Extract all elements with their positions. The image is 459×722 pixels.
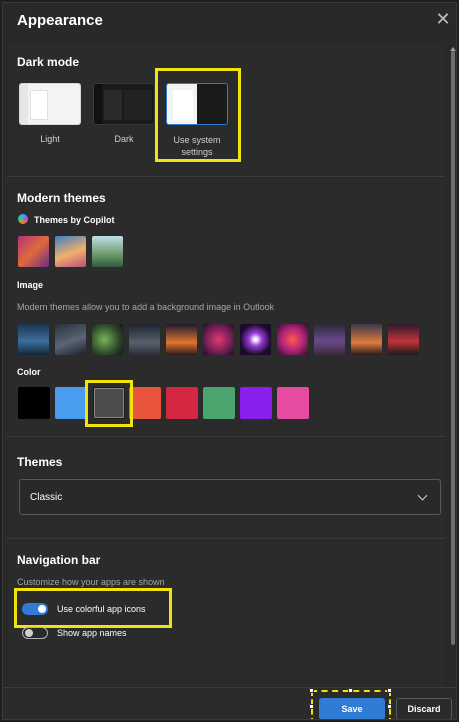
selection-handle bbox=[387, 688, 392, 693]
color-swatch-gray[interactable] bbox=[93, 387, 125, 419]
dark-mode-option-dark[interactable]: Dark bbox=[93, 83, 155, 153]
modern-themes-heading: Modern themes bbox=[17, 191, 106, 205]
discard-button[interactable]: Discard bbox=[396, 698, 452, 719]
modern-themes-section: Modern themes Themes by Copilot Image Mo… bbox=[7, 179, 445, 437]
dark-mode-heading: Dark mode bbox=[17, 55, 80, 69]
selection-handle bbox=[348, 688, 353, 693]
selection-handle bbox=[309, 688, 314, 693]
image-theme-4[interactable] bbox=[129, 324, 160, 355]
dark-mode-label-system: Use system settings bbox=[173, 135, 221, 157]
close-icon[interactable]: ✕ bbox=[435, 10, 451, 28]
chevron-down-icon bbox=[417, 490, 428, 501]
image-description: Modern themes allow you to add a backgro… bbox=[17, 302, 275, 312]
dark-mode-option-system[interactable]: Use system settings bbox=[165, 83, 229, 163]
dark-mode-label-dark: Dark bbox=[114, 134, 134, 144]
navigation-bar-section: Navigation bar Customize how your apps a… bbox=[7, 541, 445, 687]
image-theme-7[interactable] bbox=[240, 324, 271, 355]
dark-mode-section: Dark mode Light Dark Use system settings bbox=[7, 43, 445, 177]
image-theme-6[interactable] bbox=[203, 324, 234, 355]
color-swatch-pink[interactable] bbox=[277, 387, 309, 419]
appearance-dialog: Appearance ✕ Dark mode Light Dark Use sy… bbox=[2, 2, 457, 720]
image-theme-8[interactable] bbox=[277, 324, 308, 355]
color-swatch-red[interactable] bbox=[166, 387, 198, 419]
navigation-bar-description: Customize how your apps are shown bbox=[17, 577, 165, 587]
image-theme-2[interactable] bbox=[55, 324, 86, 355]
copilot-themes-label: Themes by Copilot bbox=[34, 215, 115, 225]
color-swatch-blue[interactable] bbox=[55, 387, 87, 419]
color-swatch-purple[interactable] bbox=[240, 387, 272, 419]
dark-mode-label-light: Light bbox=[40, 134, 60, 144]
selection-handle bbox=[309, 704, 314, 709]
image-theme-3[interactable] bbox=[92, 324, 123, 355]
toggle-knob bbox=[38, 605, 46, 613]
color-swatch-orange[interactable] bbox=[129, 387, 161, 419]
image-label: Image bbox=[17, 280, 44, 290]
colorful-icons-label: Use colorful app icons bbox=[57, 604, 146, 614]
scroll-thumb[interactable] bbox=[451, 51, 455, 645]
color-swatch-green[interactable] bbox=[203, 387, 235, 419]
dark-mode-option-light[interactable]: Light bbox=[19, 83, 81, 153]
copilot-theme-2[interactable] bbox=[55, 236, 86, 267]
show-app-names-toggle[interactable] bbox=[22, 627, 48, 639]
toggle-knob bbox=[25, 629, 33, 637]
image-theme-11[interactable] bbox=[388, 324, 419, 355]
copilot-theme-3[interactable] bbox=[92, 236, 123, 267]
color-swatch-black[interactable] bbox=[18, 387, 50, 419]
light-preview-icon bbox=[19, 83, 81, 125]
save-button[interactable]: Save bbox=[319, 698, 385, 719]
system-preview-icon bbox=[166, 83, 228, 125]
copilot-theme-1[interactable] bbox=[18, 236, 49, 267]
colorful-icons-toggle[interactable] bbox=[22, 603, 48, 615]
color-label: Color bbox=[17, 367, 41, 377]
image-theme-5[interactable] bbox=[166, 324, 197, 355]
themes-dropdown-value: Classic bbox=[30, 492, 63, 503]
image-theme-1[interactable] bbox=[18, 324, 49, 355]
themes-heading: Themes bbox=[17, 455, 63, 469]
themes-section: Themes Classic bbox=[7, 439, 445, 539]
scrollbar[interactable] bbox=[450, 45, 456, 645]
selection-handle bbox=[387, 704, 392, 709]
dialog-footer: Save Discard bbox=[3, 687, 456, 719]
navigation-bar-heading: Navigation bar bbox=[17, 553, 101, 567]
copilot-icon bbox=[18, 214, 28, 224]
image-theme-10[interactable] bbox=[351, 324, 382, 355]
show-app-names-label: Show app names bbox=[57, 628, 127, 638]
dark-preview-icon bbox=[93, 83, 155, 125]
image-theme-9[interactable] bbox=[314, 324, 345, 355]
dialog-title: Appearance bbox=[17, 12, 103, 29]
themes-dropdown[interactable]: Classic bbox=[19, 479, 441, 515]
